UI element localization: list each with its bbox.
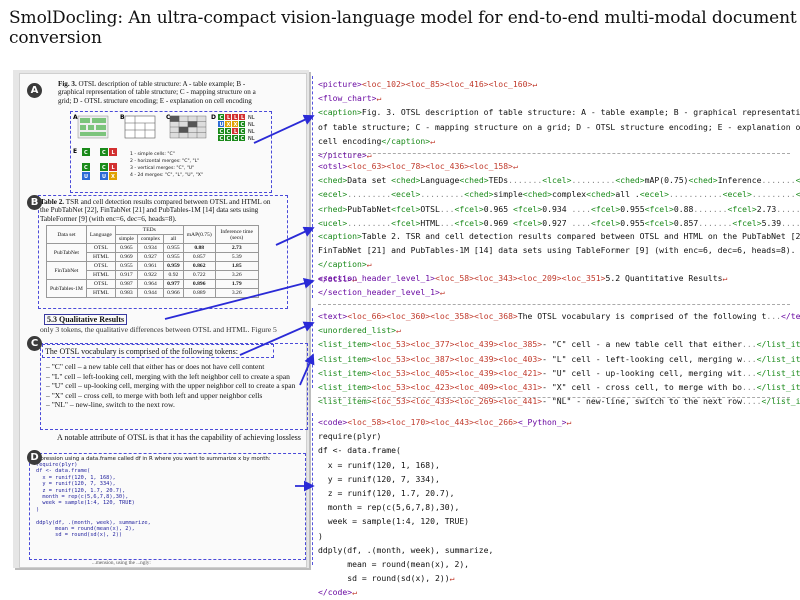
svg-text:NL: NL: [248, 122, 255, 128]
svg-text:NL: NL: [248, 136, 255, 142]
svg-text:U: U: [220, 122, 224, 128]
doctag-line: FinTabNet [21] and PubTables-1M [14] dat…: [318, 245, 796, 256]
doctag-line: <ched>Data set <ched>Language<ched>TEDs.…: [318, 175, 800, 186]
svg-text:A: A: [73, 114, 78, 121]
bracket-text: [312, 308, 317, 388]
doctags-section: <section_header_level_1><loc_58><loc_343…: [318, 271, 727, 299]
doctag-line: require(plyr): [318, 431, 382, 442]
list-item: – "U" cell – up-looking cell, merging wi…: [46, 381, 296, 391]
bracket-picture: [312, 76, 317, 156]
svg-text:B: B: [120, 114, 125, 121]
bracket-code: [312, 413, 317, 565]
badge-d: D: [27, 450, 42, 465]
doctag-line: month = rep(c(5,6,7,8),30),: [318, 502, 460, 513]
doctag-line: </section_header_level_1>↵: [318, 287, 445, 298]
svg-text:C: C: [220, 129, 224, 135]
doctag-line: cell encoding</caption>↵: [318, 135, 435, 146]
svg-text:C: C: [84, 150, 88, 156]
doctag-line: <list_item><loc_53><loc_387><loc_439><lo…: [318, 353, 800, 364]
otsl-figure: A B C D C L L L U X X C C C L C C C C C …: [73, 114, 255, 180]
doctag-line: <flow_chart>↵: [318, 93, 382, 104]
doctag-line: </caption>↵: [318, 259, 372, 270]
doctag-line: <rhed>PubTabNet<fcel>OTSL...<fcel>0.965 …: [318, 203, 800, 214]
svg-text:C: C: [102, 150, 106, 156]
doctag-line: <code><loc_58><loc_170><loc_443><loc_266…: [318, 417, 572, 427]
paragraph-fragment: only 3 tokens, the qualitative differenc…: [40, 325, 277, 334]
svg-text:C: C: [220, 115, 224, 121]
doctag-line: y = runif(120, 7, 334),: [318, 473, 440, 484]
svg-text:X: X: [227, 122, 231, 128]
doctag-line: <otsl><loc_63><loc_78><loc_436><loc_158>…: [318, 161, 518, 171]
doctag-line: <ucel>.........<fcel>HTML...<fcel>0.969 …: [318, 217, 800, 228]
svg-text:U: U: [102, 174, 106, 180]
table-region: [38, 195, 288, 309]
code-footer: ...mension, using the ...ngly:: [92, 560, 151, 566]
token-list: – "C" cell – a new table cell that eithe…: [46, 362, 310, 410]
separator: [318, 304, 790, 305]
doctag-line: <caption>Table 2. TSR and cell detection…: [318, 231, 800, 241]
badge-a: A: [27, 83, 42, 98]
section-header: 5.3 Qualitative Results: [44, 314, 128, 325]
list-item: – "L" cell – left-looking cell, merging …: [46, 371, 290, 381]
doctag-line: ddply(df, .(month, week), summarize,: [318, 544, 494, 555]
svg-text:X: X: [234, 122, 238, 128]
svg-text:C: C: [227, 129, 231, 135]
doctag-line: <text><loc_66><loc_360><loc_358><loc_368…: [318, 311, 800, 321]
svg-text:C: C: [227, 136, 231, 142]
list-item: – "X" cell – cross cell, to merge with b…: [46, 390, 263, 400]
svg-text:NL: NL: [248, 115, 255, 121]
svg-text:C: C: [84, 165, 88, 171]
doctag-line: x = runif(120, 1, 168),: [318, 459, 440, 470]
doctag-line: </code>↵: [318, 587, 357, 598]
bracket-otsl: [312, 158, 317, 298]
doctag-line: sd = round(sd(x), 2))↵: [318, 573, 455, 584]
badge-b: B: [27, 195, 42, 210]
doctag-line: <list_item><loc_53><loc_433><loc_269><lo…: [318, 396, 800, 407]
doctag-line: <caption>Fig. 3. OTSL description of tab…: [318, 107, 800, 118]
page-title: SmolDocling: An ultra-compact vision-lan…: [9, 8, 797, 48]
legend-line-4: 4 - 2d merges: "C", "L", "U", "X": [130, 172, 203, 178]
doctag-line: mean = round(mean(x), 2),: [318, 559, 470, 570]
doctag-line: df <- data.frame(: [318, 445, 401, 456]
doctags-list: <text><loc_66><loc_360><loc_358><loc_368…: [318, 309, 800, 408]
doctag-line: <list_item><loc_53><loc_405><loc_439><lo…: [318, 367, 800, 378]
doctag-line: <section_header_level_1><loc_58><loc_343…: [318, 273, 728, 283]
list-item: – "C" cell – a new table cell that eithe…: [46, 362, 265, 371]
doctag-line: of table structure; C - mapping structur…: [318, 121, 800, 132]
figure-caption-label: Fig. 3.: [58, 80, 77, 88]
legend-line-1: 1 - simple cells: "C": [130, 151, 175, 157]
svg-text:D: D: [211, 114, 216, 121]
svg-text:C: C: [241, 122, 245, 128]
code-snippet: require(plyr) df <- data.frame( x = runi…: [36, 462, 151, 539]
doctag-line: <unordered_list>↵: [318, 325, 401, 336]
svg-text:C: C: [241, 136, 245, 142]
doctag-line: week = sample(1:4, 120, TRUE): [318, 516, 470, 527]
svg-text:C: C: [220, 136, 224, 142]
svg-text:C: C: [241, 129, 245, 135]
doctags-otsl: <otsl><loc_63><loc_78><loc_436><loc_158>…: [318, 159, 800, 230]
doctag-line: ): [318, 530, 323, 541]
svg-text:C: C: [102, 165, 106, 171]
notable-paragraph: A notable attribute of OTSL is that it h…: [57, 433, 301, 442]
doctag-line: <ecel>.........<ecel>.........<ched>simp…: [318, 189, 800, 200]
doctag-line: z = runif(120, 1.7, 20.7),: [318, 488, 455, 499]
figure-caption-text: OTSL description of table structure: A -…: [58, 80, 256, 105]
list-intro-box: [42, 344, 274, 358]
doctag-line: <list_item><loc_53><loc_377><loc_439><lo…: [318, 339, 800, 350]
badge-c: C: [27, 336, 42, 351]
svg-text:U: U: [84, 174, 88, 180]
svg-text:X: X: [111, 174, 115, 180]
legend-line-3: 3 - vertical merges: "C", "U": [130, 165, 194, 171]
doctag-line: <list_item><loc_53><loc_423><loc_409><lo…: [318, 382, 800, 393]
list-item: – "NL" – new-line, switch to the next ro…: [46, 400, 175, 410]
doctags-picture: <picture><loc_102><loc_85><loc_416><loc_…: [318, 77, 800, 162]
legend-line-2: 2 - horizontal merges: "C", "L": [130, 158, 199, 164]
svg-text:E: E: [73, 148, 77, 155]
svg-text:NL: NL: [248, 129, 255, 135]
svg-text:C: C: [234, 136, 238, 142]
figure-caption: Fig. 3. OTSL description of table struct…: [58, 80, 266, 105]
doctag-line: <picture><loc_102><loc_85><loc_416><loc_…: [318, 79, 538, 89]
doctags-code: <code><loc_58><loc_170><loc_443><loc_266…: [318, 415, 571, 600]
